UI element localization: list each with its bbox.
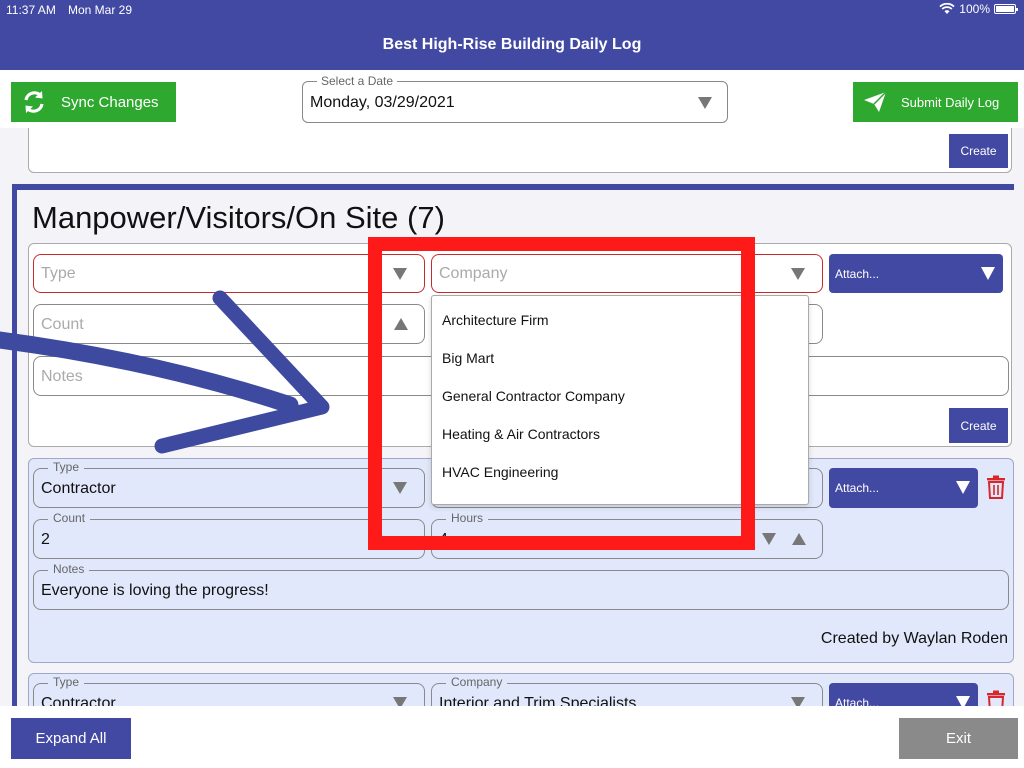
type-legend: Type bbox=[48, 460, 85, 474]
attach-select[interactable]: Attach... bbox=[829, 254, 1003, 293]
chevron-down-icon bbox=[981, 267, 995, 280]
previous-section-entry-box bbox=[28, 128, 1012, 173]
app-header: 11:37 AM Mon Mar 29 100% Best High-Rise … bbox=[0, 0, 1024, 70]
company-value: Interior and Trim Specialists bbox=[439, 695, 637, 706]
highlight-annotation-box bbox=[368, 237, 755, 550]
count-placeholder: Count bbox=[41, 316, 84, 333]
create-label: Create bbox=[960, 418, 997, 433]
status-indicators: 100% bbox=[939, 2, 1018, 16]
created-by-line: Created by Waylan Roden bbox=[821, 630, 1008, 648]
expand-all-label: Expand All bbox=[35, 730, 107, 747]
status-date: Mon Mar 29 bbox=[68, 3, 133, 17]
trash-icon[interactable] bbox=[986, 475, 1006, 499]
chevron-down-icon bbox=[698, 97, 712, 109]
chevron-down-icon bbox=[791, 268, 805, 280]
chevron-down-icon bbox=[956, 696, 970, 706]
manpower-section-heading: Manpower/Visitors/On Site (7) bbox=[32, 200, 445, 235]
previous-section-create-button[interactable]: Create bbox=[949, 134, 1008, 168]
type-placeholder: Type bbox=[41, 265, 76, 282]
type-value: Contractor bbox=[41, 695, 116, 706]
entry-attach-select[interactable]: Attach... bbox=[829, 468, 978, 508]
created-by-name: Waylan Roden bbox=[903, 630, 1008, 647]
exit-button[interactable]: Exit bbox=[899, 718, 1018, 759]
page-title: Best High-Rise Building Daily Log bbox=[382, 36, 642, 53]
count-value: 2 bbox=[41, 531, 50, 548]
company-legend: Company bbox=[446, 675, 508, 689]
entry-attach-select[interactable]: Attach... bbox=[829, 683, 978, 706]
chevron-down-icon bbox=[956, 481, 970, 494]
type-value: Contractor bbox=[41, 480, 116, 497]
attach-label: Attach... bbox=[835, 266, 880, 281]
entry-company-select[interactable]: Company Interior and Trim Specialists bbox=[431, 675, 823, 706]
submit-daily-log-label: Submit Daily Log bbox=[901, 94, 1000, 110]
count-legend: Count bbox=[48, 511, 91, 525]
entry-type-select[interactable]: Type Contractor bbox=[33, 460, 425, 508]
decrement-icon[interactable] bbox=[762, 533, 776, 545]
notes-legend: Notes bbox=[48, 562, 90, 576]
submit-daily-log-button[interactable]: Submit Daily Log bbox=[853, 82, 1018, 122]
entry-notes-input[interactable]: Notes Everyone is loving the progress! bbox=[33, 562, 1009, 610]
chevron-down-icon bbox=[393, 697, 407, 706]
battery-percent: 100% bbox=[959, 2, 990, 16]
paper-plane-icon bbox=[864, 91, 887, 112]
created-by-label: Created by bbox=[820, 630, 900, 647]
notes-value: Everyone is loving the progress! bbox=[41, 582, 269, 599]
sync-changes-label: Sync Changes bbox=[61, 93, 159, 111]
wifi-icon bbox=[939, 3, 955, 14]
sync-changes-button[interactable]: Sync Changes bbox=[11, 82, 176, 122]
expand-all-button[interactable]: Expand All bbox=[11, 718, 131, 759]
trash-icon[interactable] bbox=[986, 690, 1006, 706]
section-top-border bbox=[12, 184, 1014, 190]
count-stepper[interactable]: Count bbox=[33, 304, 425, 344]
attach-label: Attach... bbox=[835, 481, 880, 495]
battery-icon bbox=[994, 4, 1018, 14]
type-select[interactable]: Type bbox=[33, 254, 425, 293]
notes-placeholder: Notes bbox=[41, 368, 83, 385]
entry-type-select[interactable]: Type Contractor bbox=[33, 675, 425, 706]
section-left-border bbox=[12, 184, 17, 706]
sync-icon bbox=[24, 91, 44, 113]
entry-count-stepper[interactable]: Count 2 bbox=[33, 511, 425, 559]
date-select-legend: Select a Date bbox=[317, 74, 398, 88]
bottom-bar bbox=[0, 706, 1024, 768]
increment-icon[interactable] bbox=[792, 533, 806, 545]
date-select-value: Monday, 03/29/2021 bbox=[310, 94, 455, 111]
attach-label: Attach... bbox=[835, 696, 880, 706]
create-label: Create bbox=[960, 144, 997, 158]
create-manpower-button[interactable]: Create bbox=[949, 408, 1008, 443]
type-legend: Type bbox=[48, 675, 85, 689]
chevron-down-icon bbox=[791, 697, 805, 706]
status-time: 11:37 AM bbox=[6, 3, 56, 17]
date-select[interactable]: Select a Date Monday, 03/29/2021 bbox=[302, 74, 728, 123]
exit-label: Exit bbox=[945, 730, 971, 747]
